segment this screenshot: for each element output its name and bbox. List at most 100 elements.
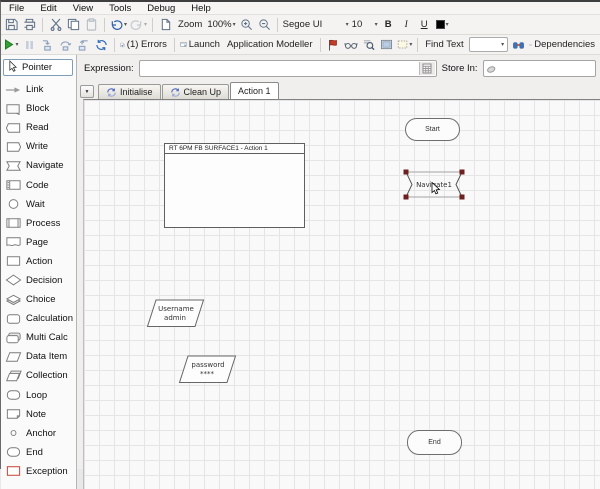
- separator: [104, 18, 105, 32]
- step-into-button[interactable]: [40, 37, 55, 53]
- new-page-button[interactable]: [158, 17, 173, 33]
- sidebar-item-decision[interactable]: Decision: [1, 271, 76, 290]
- redo-button[interactable]: ▾: [130, 17, 147, 33]
- save-button[interactable]: [4, 17, 19, 33]
- dependencies-button[interactable]: Dependencies: [529, 37, 597, 53]
- copy-button[interactable]: [66, 17, 81, 33]
- menu-debug[interactable]: Debug: [139, 2, 183, 14]
- sidebar-item-multi-calc[interactable]: Multi Calc: [1, 328, 76, 347]
- selection-handle[interactable]: [404, 170, 409, 175]
- print-button[interactable]: [22, 17, 37, 33]
- pause-button[interactable]: [22, 37, 37, 53]
- screenshot-button[interactable]: [379, 37, 394, 53]
- flowchart-canvas[interactable]: RT 6PM FB SURFACE1 - Action 1 Start Navi…: [83, 99, 600, 489]
- pointer-tool-button[interactable]: Pointer: [3, 59, 73, 76]
- region-button[interactable]: ▾: [397, 37, 412, 53]
- store-in-input-wrap: [483, 60, 596, 77]
- separator: [174, 38, 175, 52]
- application-modeller-button[interactable]: Application Modeller: [225, 37, 315, 53]
- launch-button[interactable]: Launch: [180, 37, 222, 53]
- stage-label: Collection: [26, 370, 68, 381]
- sidebar-item-end[interactable]: End: [1, 443, 76, 462]
- validate-errors-button[interactable]: (1) Errors: [120, 37, 169, 53]
- font-size-value: 10: [352, 19, 363, 30]
- underline-button[interactable]: U: [417, 17, 432, 33]
- sidebar-item-write[interactable]: Write: [1, 137, 76, 156]
- sidebar-item-wait[interactable]: Wait: [1, 195, 76, 214]
- sidebar-item-data-item[interactable]: Data Item: [1, 347, 76, 366]
- start-stage-label: Start: [425, 126, 440, 133]
- sidebar-item-exception[interactable]: Exception: [1, 462, 76, 481]
- font-color-dropdown-arrow[interactable]: ▾: [446, 21, 449, 28]
- find-text-label: Find Text: [423, 39, 465, 50]
- end-stage-shape[interactable]: End: [407, 430, 462, 455]
- sidebar-item-read[interactable]: Read: [1, 118, 76, 137]
- menu-file[interactable]: File: [1, 2, 32, 14]
- play-dropdown-arrow[interactable]: ▾: [15, 41, 18, 48]
- page-stage-icon: [4, 236, 23, 248]
- redo-dropdown-arrow[interactable]: ▾: [144, 21, 147, 28]
- zoom-out-button[interactable]: [257, 17, 272, 33]
- expression-input[interactable]: [140, 61, 436, 76]
- paste-button[interactable]: [84, 17, 99, 33]
- block-stage-shape[interactable]: RT 6PM FB SURFACE1 - Action 1: [164, 143, 305, 228]
- sidebar-item-choice[interactable]: Choice: [1, 290, 76, 309]
- data-item-username-shape[interactable]: Username admin: [146, 299, 205, 328]
- menu-edit[interactable]: Edit: [32, 2, 64, 14]
- undo-dropdown-arrow[interactable]: ▾: [124, 21, 127, 28]
- sidebar-item-note[interactable]: Note: [1, 405, 76, 424]
- selection-handle[interactable]: [460, 195, 465, 200]
- sidebar-item-collection[interactable]: Collection: [1, 366, 76, 385]
- zoom-select[interactable]: 100%▾: [207, 17, 235, 33]
- tab-clean-up[interactable]: Clean Up: [162, 84, 230, 99]
- sidebar-item-code[interactable]: Code: [1, 175, 76, 194]
- sidebar-item-loop[interactable]: Loop: [1, 386, 76, 405]
- bold-button[interactable]: B: [381, 17, 396, 33]
- region-dropdown-arrow[interactable]: ▾: [409, 41, 412, 48]
- zoom-in-button[interactable]: [239, 17, 254, 33]
- sidebar-item-page[interactable]: Page: [1, 233, 76, 252]
- store-in-input[interactable]: [484, 61, 595, 76]
- zoom-label: Zoom: [176, 19, 204, 30]
- data-item-password-shape[interactable]: password ****: [178, 355, 237, 384]
- calculation-stage-icon: [4, 313, 23, 325]
- sidebar-item-action[interactable]: Action: [1, 252, 76, 271]
- expression-editor-button[interactable]: [419, 62, 435, 75]
- menu-tools[interactable]: Tools: [101, 2, 139, 14]
- find-text-input[interactable]: ▾: [469, 37, 508, 52]
- dependencies-label: Dependencies: [532, 39, 597, 50]
- font-size-select[interactable]: 10▾: [352, 17, 378, 33]
- sidebar-item-navigate[interactable]: Navigate: [1, 156, 76, 175]
- cut-button[interactable]: [48, 17, 63, 33]
- stage-label: Anchor: [26, 428, 56, 439]
- find-next-button[interactable]: [511, 37, 526, 53]
- step-over-button[interactable]: [58, 37, 73, 53]
- selection-handle[interactable]: [404, 195, 409, 200]
- menu-help[interactable]: Help: [183, 2, 219, 14]
- menu-view[interactable]: View: [65, 2, 101, 14]
- data-item-name: Username: [158, 305, 194, 313]
- font-color-button[interactable]: ▾: [435, 17, 450, 33]
- reset-button[interactable]: [94, 37, 109, 53]
- play-button[interactable]: ▾: [4, 37, 19, 53]
- sidebar-item-link[interactable]: Link: [1, 80, 76, 99]
- tab-initialise[interactable]: Initialise: [98, 84, 161, 99]
- font-family-select[interactable]: Segoe UI▾: [283, 17, 349, 33]
- step-out-button[interactable]: [76, 37, 91, 53]
- sidebar-item-block[interactable]: Block: [1, 99, 76, 118]
- page-swirl-icon: [106, 87, 117, 98]
- undo-button[interactable]: ▾: [110, 17, 127, 33]
- sidebar-item-calculation[interactable]: Calculation: [1, 309, 76, 328]
- sidebar-item-anchor[interactable]: Anchor: [1, 424, 76, 443]
- start-stage-shape[interactable]: Start: [405, 118, 460, 141]
- italic-button[interactable]: I: [399, 17, 414, 33]
- search-button[interactable]: [361, 37, 376, 53]
- selection-handle[interactable]: [460, 170, 465, 175]
- tab-action-1[interactable]: Action 1: [230, 82, 279, 99]
- separator: [152, 18, 153, 32]
- sidebar-item-process[interactable]: Process: [1, 214, 76, 233]
- watch-button[interactable]: [343, 37, 358, 53]
- breakpoint-flag-button[interactable]: [325, 37, 340, 53]
- find-text-dropdown-arrow[interactable]: ▾: [501, 41, 504, 48]
- tab-list-dropdown-button[interactable]: ▼: [80, 85, 94, 98]
